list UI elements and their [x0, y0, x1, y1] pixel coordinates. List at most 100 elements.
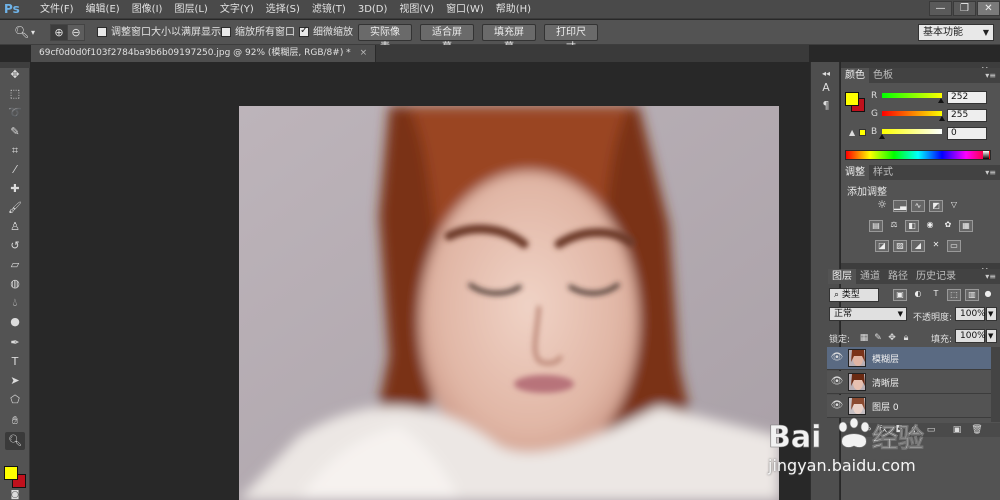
fill-field[interactable]: 100%: [955, 329, 986, 343]
zoom-in-icon[interactable]: ⊕: [50, 24, 68, 41]
paint-bucket-tool-icon[interactable]: ◍: [5, 275, 25, 293]
filter-pixel-layers-icon[interactable]: ▣: [893, 289, 907, 301]
resize-windows-checkbox[interactable]: [97, 27, 107, 37]
fill-screen-button[interactable]: 填充屏幕: [482, 24, 536, 53]
filter-adjustment-layers-icon[interactable]: ◐: [911, 289, 925, 301]
tab-channels[interactable]: 通道: [856, 269, 884, 284]
menu-3d[interactable]: 3D(D): [352, 0, 394, 19]
paragraph-panel-icon[interactable]: ¶: [817, 98, 835, 114]
layer-filter-kind-select[interactable]: ⌕ 类型: [829, 288, 879, 302]
tab-styles[interactable]: 样式: [869, 165, 897, 180]
blend-mode-select[interactable]: 正常 ▼: [829, 307, 907, 321]
visibility-eye-icon[interactable]: 👁︎: [830, 352, 844, 364]
menu-file[interactable]: 文件(F): [34, 0, 80, 19]
posterize-icon[interactable]: ▨: [893, 240, 907, 252]
shape-tool-icon[interactable]: ⬠: [5, 391, 25, 409]
opacity-dropdown-icon[interactable]: ▼: [986, 307, 997, 321]
tab-color[interactable]: 颜色: [841, 68, 869, 83]
gamut-warning-icon[interactable]: ▲: [849, 128, 855, 137]
restore-button[interactable]: ❐: [953, 1, 976, 16]
threshold-icon[interactable]: ◢: [911, 240, 925, 252]
gamut-swatch[interactable]: [859, 129, 866, 136]
path-select-tool-icon[interactable]: ➤: [5, 372, 25, 390]
selective-color-icon[interactable]: ✕: [929, 240, 943, 252]
document-tab[interactable]: 69cf0d0d0f103f2784ba9b6b09197250.jpg @ 9…: [31, 45, 377, 62]
scrubby-zoom-checkbox[interactable]: [299, 25, 309, 37]
marquee-tool-icon[interactable]: ⬚: [5, 85, 25, 103]
filter-smart-objects-icon[interactable]: ▥: [965, 289, 979, 301]
move-tool-icon[interactable]: ✥: [5, 66, 25, 84]
quick-select-tool-icon[interactable]: ✎: [5, 123, 25, 141]
color-balance-icon[interactable]: ⚖: [887, 220, 901, 232]
g-slider[interactable]: [882, 111, 942, 116]
visibility-eye-icon[interactable]: 👁︎: [830, 376, 844, 388]
r-value-field[interactable]: 252: [947, 91, 987, 104]
layer-row[interactable]: 👁︎ 清晰层: [827, 371, 991, 394]
history-brush-tool-icon[interactable]: ↺: [5, 237, 25, 255]
print-size-button[interactable]: 打印尺寸: [544, 24, 598, 53]
zoom-tool-icon[interactable]: 🔍︎: [5, 432, 25, 450]
zoom-out-icon[interactable]: ⊖: [67, 24, 85, 41]
b-slider-thumb[interactable]: [879, 134, 885, 139]
trash-icon[interactable]: 🗑︎: [971, 424, 983, 436]
exposure-icon[interactable]: ◩: [929, 200, 943, 212]
tab-adjustments[interactable]: 调整: [841, 165, 869, 180]
tab-layers[interactable]: 图层: [828, 269, 856, 284]
menu-edit[interactable]: 编辑(E): [80, 0, 126, 19]
panel-menu-icon[interactable]: ▾≡: [985, 165, 996, 180]
document-image[interactable]: [239, 106, 779, 500]
photo-filter-icon[interactable]: ◉: [923, 220, 937, 232]
lock-all-icon[interactable]: 🔒︎: [901, 333, 911, 343]
type-tool-icon[interactable]: T: [5, 353, 25, 371]
zoom-all-checkbox[interactable]: [221, 27, 231, 37]
dodge-tool-icon[interactable]: ●: [5, 313, 25, 331]
curves-icon[interactable]: ∿: [911, 200, 925, 212]
filter-toggle-icon[interactable]: ●: [984, 289, 992, 301]
invert-icon[interactable]: ◪: [875, 240, 889, 252]
menu-layer[interactable]: 图层(L): [168, 0, 213, 19]
foreground-color-swatch[interactable]: [4, 466, 18, 480]
tab-history[interactable]: 历史记录: [912, 269, 960, 284]
g-slider-thumb[interactable]: [939, 116, 945, 121]
canvas-area[interactable]: [31, 62, 809, 500]
r-slider[interactable]: [882, 93, 942, 98]
g-value-field[interactable]: 255: [947, 109, 987, 122]
color-foreground-swatch[interactable]: [845, 92, 859, 106]
layers-scrollbar[interactable]: [991, 347, 1000, 422]
menu-image[interactable]: 图像(I): [126, 0, 169, 19]
tab-paths[interactable]: 路径: [884, 269, 912, 284]
fill-dropdown-icon[interactable]: ▼: [986, 329, 997, 343]
brush-tool-icon[interactable]: 🖌︎: [5, 199, 25, 217]
lock-image-icon[interactable]: ✎: [873, 333, 883, 343]
eraser-tool-icon[interactable]: ▱: [5, 256, 25, 274]
hue-saturation-icon[interactable]: ▤: [869, 220, 883, 232]
menu-view[interactable]: 视图(V): [393, 0, 440, 19]
gradient-map-icon[interactable]: ▭: [947, 240, 961, 252]
color-lookup-icon[interactable]: ▦: [959, 220, 973, 232]
panel-menu-icon[interactable]: ▾≡: [985, 269, 996, 284]
b-slider[interactable]: [882, 129, 942, 134]
menu-help[interactable]: 帮助(H): [490, 0, 537, 19]
clone-stamp-tool-icon[interactable]: ♙: [5, 218, 25, 236]
menu-filter[interactable]: 滤镜(T): [306, 0, 352, 19]
healing-brush-tool-icon[interactable]: ✚: [5, 180, 25, 198]
color-spectrum-bar[interactable]: [845, 150, 991, 160]
eyedropper-tool-icon[interactable]: ⁄: [5, 161, 25, 179]
minimize-button[interactable]: —: [929, 1, 952, 16]
new-layer-icon[interactable]: ▣: [951, 424, 963, 436]
filter-type-layers-icon[interactable]: T: [929, 289, 943, 301]
filter-shape-layers-icon[interactable]: ⬚: [947, 289, 961, 301]
panel-menu-icon[interactable]: ▾≡: [985, 68, 996, 83]
zoom-tool-icon[interactable]: 🔍︎: [14, 24, 29, 41]
hand-tool-icon[interactable]: ✋︎: [5, 412, 25, 430]
lock-transparent-icon[interactable]: ▦: [859, 333, 869, 343]
levels-icon[interactable]: ▁▃: [893, 200, 907, 212]
brightness-contrast-icon[interactable]: ☼: [875, 199, 889, 212]
workspace-select[interactable]: 基本功能 ▼: [918, 24, 994, 41]
tool-preset-dropdown-icon[interactable]: ▾: [31, 24, 35, 41]
menu-type[interactable]: 文字(Y): [214, 0, 260, 19]
visibility-eye-icon[interactable]: 👁︎: [830, 400, 844, 412]
black-white-ramp[interactable]: [983, 151, 989, 159]
quick-mask-icon[interactable]: ◙: [5, 486, 25, 500]
fit-screen-button[interactable]: 适合屏幕: [420, 24, 474, 53]
